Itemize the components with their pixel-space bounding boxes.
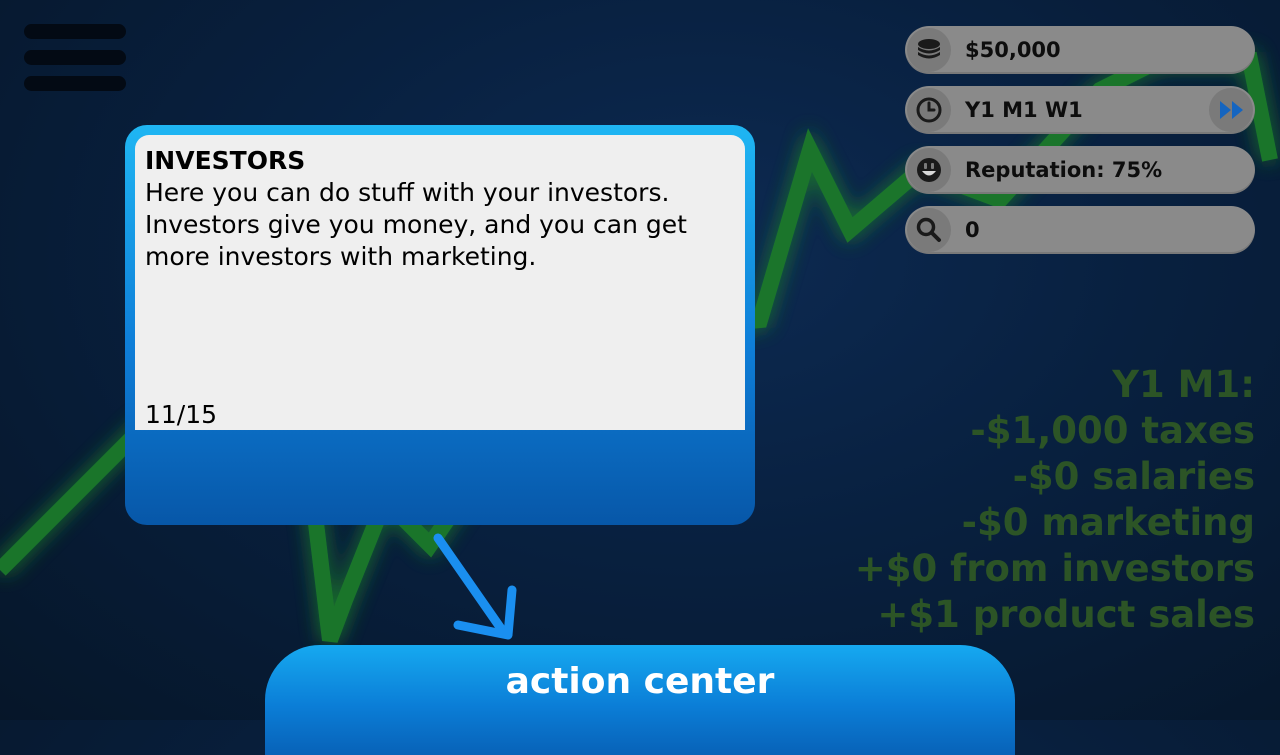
action-center-label: action center [505,661,775,702]
date-value: Y1 M1 W1 [965,98,1083,122]
menu-bar [24,50,126,65]
money-stat: $50,000 [905,26,1255,74]
pointer-arrow-icon [433,533,517,640]
summary-line: +$1 product sales [877,593,1255,636]
summary-line: Y1 M1: [1112,363,1255,406]
action-center-button[interactable]: action center [265,645,1015,755]
menu-bar [24,76,126,91]
clock-icon [907,88,951,132]
coins-icon [907,28,951,72]
fast-forward-button[interactable] [1209,88,1253,132]
summary-line: -$1,000 taxes [970,409,1255,452]
dialog-body: Here you can do stuff with your investor… [145,178,687,271]
smiley-face-icon [907,148,951,192]
reputation-stat: Reputation: 75% [905,146,1255,194]
tutorial-dialog[interactable]: INVESTORS Here you can do stuff with you… [125,125,755,525]
dialog-panel: INVESTORS Here you can do stuff with you… [135,135,745,430]
magnifier-icon [907,208,951,252]
dialog-title: INVESTORS [145,146,306,175]
page-counter: 11/15 [145,400,218,429]
date-stat: Y1 M1 W1 [905,86,1255,134]
summary-line: -$0 salaries [1012,455,1255,498]
monthly-summary: Y1 M1: -$1,000 taxes -$0 salaries -$0 ma… [855,362,1255,638]
summary-line: -$0 marketing [961,501,1255,544]
search-stat: 0 [905,206,1255,254]
summary-line: +$0 from investors [854,547,1255,590]
fast-forward-icon [1220,101,1243,119]
money-value: $50,000 [965,38,1061,62]
search-value: 0 [965,218,980,242]
hamburger-menu-button[interactable] [24,24,126,92]
reputation-value: Reputation: 75% [965,158,1163,182]
menu-bar [24,24,126,39]
